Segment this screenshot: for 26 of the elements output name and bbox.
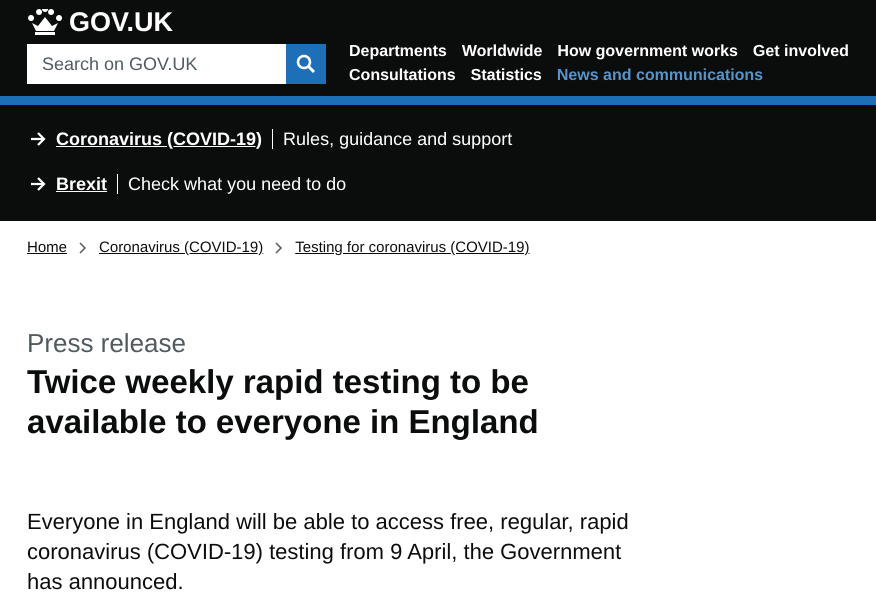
nav-link[interactable]: Departments bbox=[349, 42, 447, 62]
arrow-icon bbox=[30, 132, 46, 146]
breadcrumb-link[interactable]: Testing for coronavirus (COVID-19) bbox=[295, 237, 530, 260]
promo-description: Check what you need to do bbox=[128, 172, 346, 196]
breadcrumb-link[interactable]: Home bbox=[27, 237, 68, 260]
promo-description: Rules, guidance and support bbox=[283, 128, 512, 151]
lead-paragraph: Everyone in England will be able to access free, regular, rapid coronavirus (COVID-19) testing from 9 April, the Government has announced. bbox=[27, 508, 630, 596]
page-title: Twice weekly rapid testing to be available to everyone in England bbox=[27, 362, 540, 442]
crown-icon bbox=[27, 9, 63, 35]
search-icon bbox=[296, 54, 316, 74]
nav-link[interactable]: News and communications bbox=[556, 66, 764, 86]
search-field[interactable]: Search on GOV.UK bbox=[27, 44, 286, 84]
nav-link[interactable]: Get involved bbox=[752, 42, 849, 62]
search-button[interactable] bbox=[286, 44, 326, 84]
promo-link[interactable]: Brexit bbox=[56, 170, 108, 198]
document-type: Press release bbox=[27, 328, 187, 358]
nav-link[interactable]: Consultations bbox=[349, 66, 456, 86]
nav-link[interactable]: Statistics bbox=[470, 66, 542, 86]
promo-link[interactable]: Coronavirus (COVID-19) bbox=[56, 126, 262, 152]
chevron-icon bbox=[79, 242, 88, 254]
nav-link[interactable]: How government works bbox=[557, 42, 738, 62]
breadcrumb-link[interactable]: Coronavirus (COVID-19) bbox=[99, 237, 264, 260]
gov-uk-logo[interactable]: GOV.UK bbox=[69, 8, 174, 36]
arrow-icon bbox=[30, 177, 46, 191]
nav-link[interactable]: Worldwide bbox=[462, 42, 542, 62]
chevron-icon bbox=[275, 242, 284, 254]
